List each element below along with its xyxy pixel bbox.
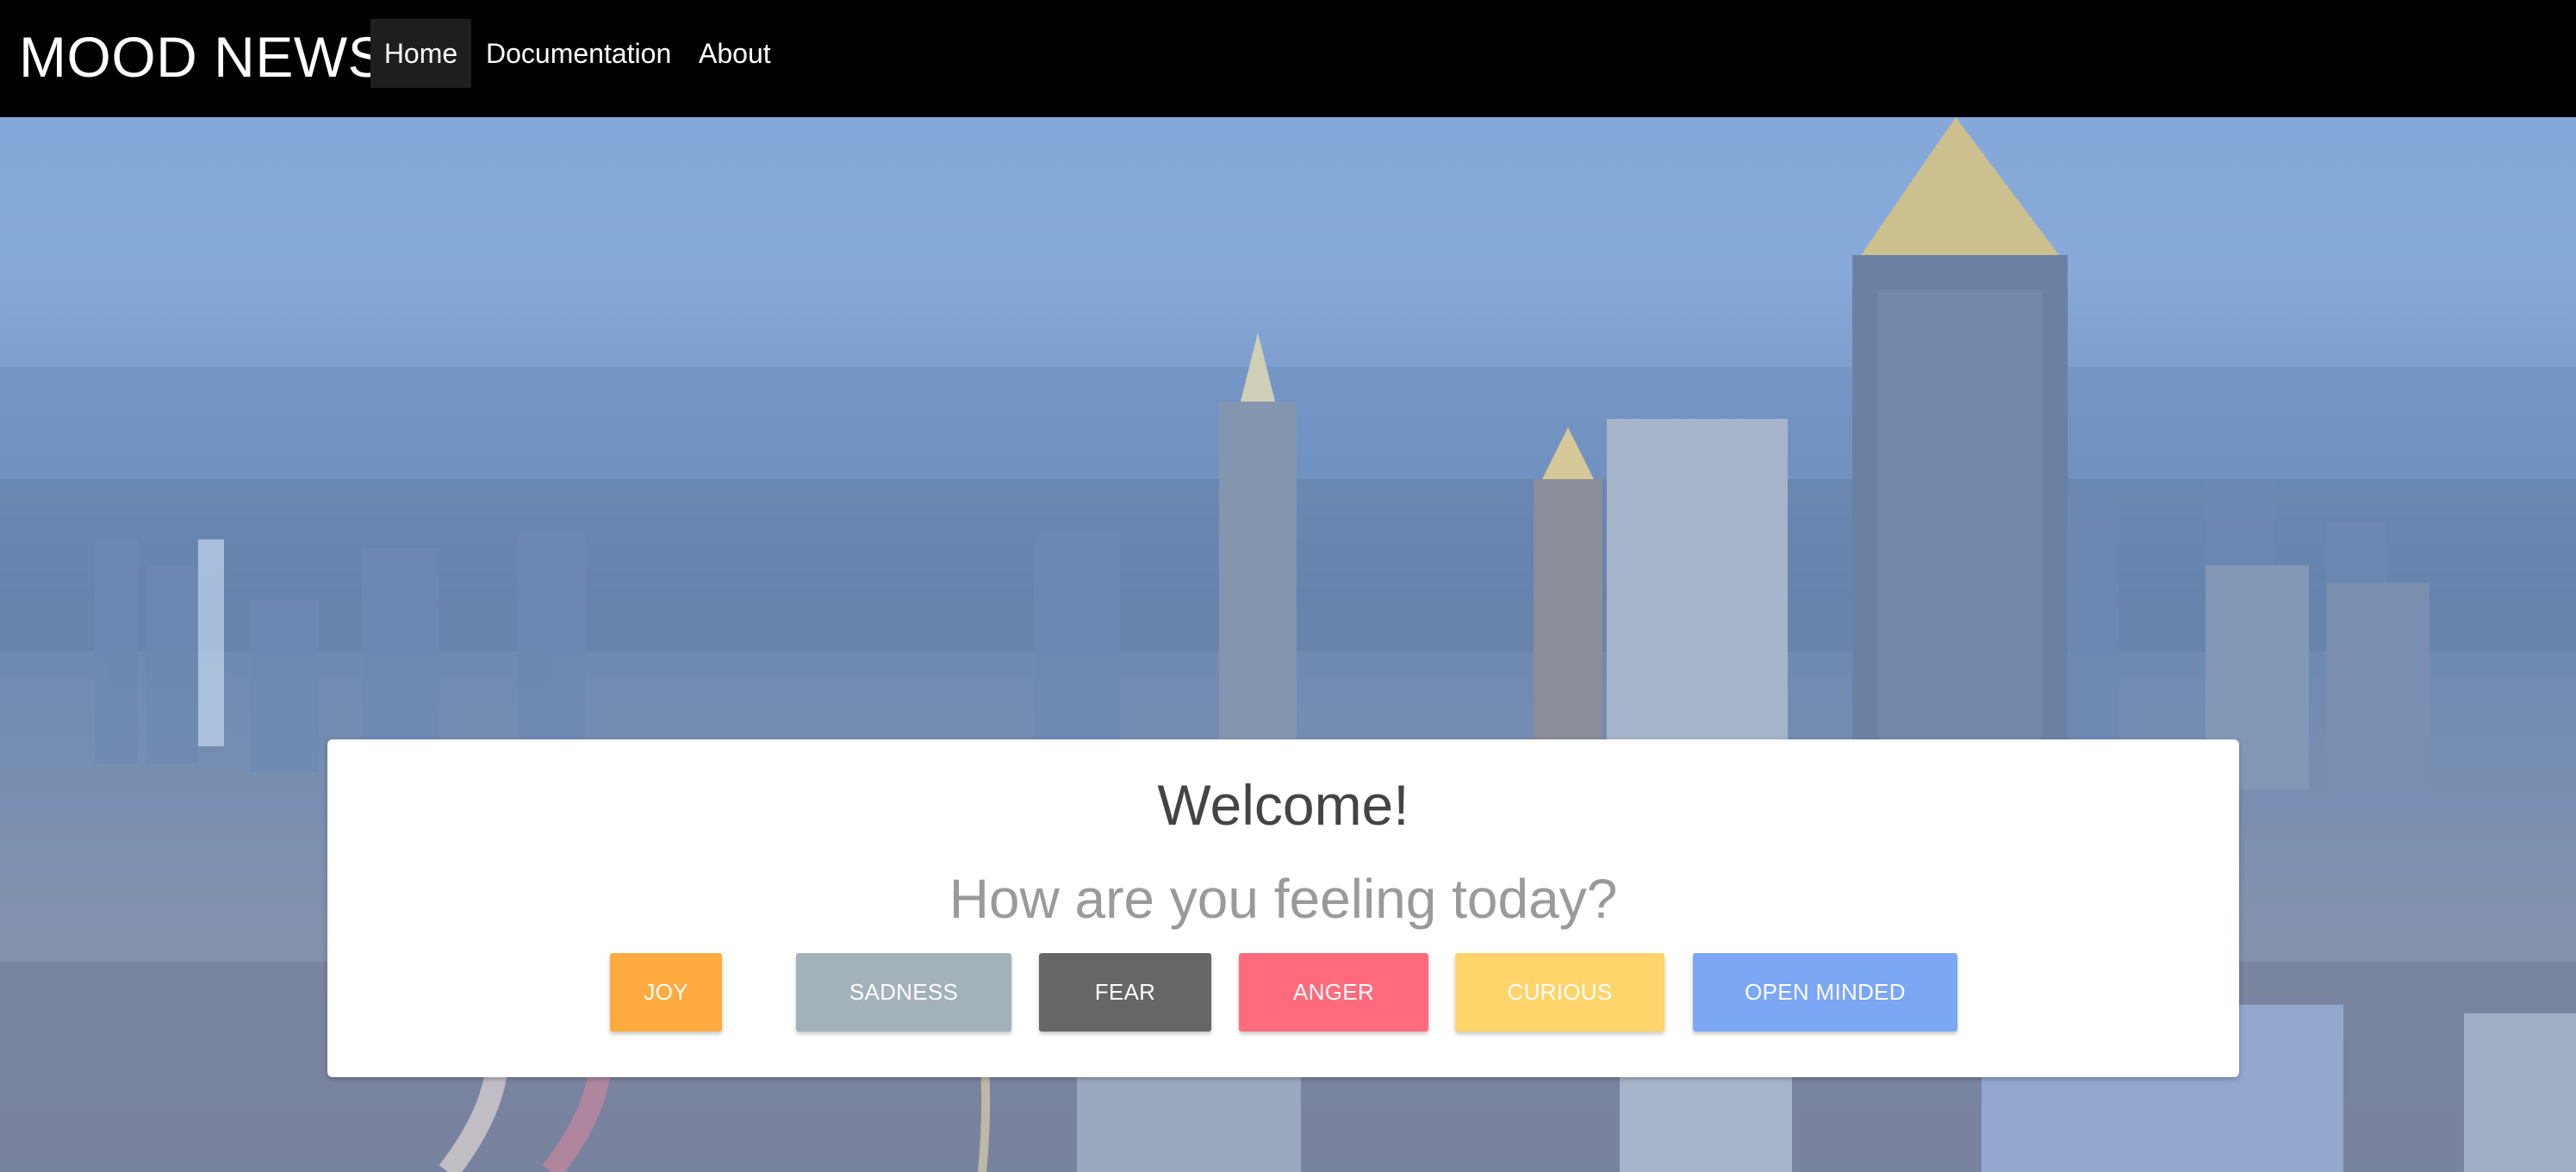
open-minded-button[interactable]: OPEN MINDED: [1693, 953, 1957, 1032]
welcome-title: Welcome!: [1157, 773, 1409, 837]
nav-item-documentation[interactable]: Documentation: [486, 19, 672, 88]
joy-button[interactable]: JOY: [610, 953, 722, 1032]
anger-button[interactable]: ANGER: [1239, 953, 1428, 1032]
nav-item-about[interactable]: About: [699, 19, 776, 88]
welcome-card: Welcome! How are you feeling today? JOY …: [327, 739, 2239, 1077]
nav-item-home[interactable]: Home: [370, 19, 471, 88]
top-navbar: MOOD NEWS Home Documentation About: [0, 0, 2576, 117]
fear-button[interactable]: FEAR: [1039, 953, 1211, 1032]
brand-logo[interactable]: MOOD NEWS: [19, 22, 386, 91]
sadness-button[interactable]: SADNESS: [796, 953, 1011, 1032]
curious-button[interactable]: CURIOUS: [1455, 953, 1664, 1032]
hero-background: Welcome! How are you feeling today? JOY …: [0, 117, 2576, 1172]
mood-question: How are you feeling today?: [949, 868, 1618, 930]
